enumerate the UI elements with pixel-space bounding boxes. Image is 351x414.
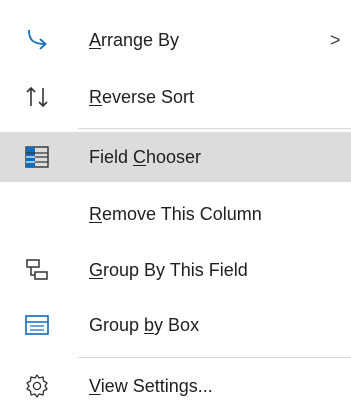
sort-arrows-icon <box>24 84 50 110</box>
chevron-right-icon: > <box>330 29 341 50</box>
menu-item-arrange-by[interactable]: Arrange By > <box>0 18 351 62</box>
group-field-icon <box>24 257 50 283</box>
gear-icon <box>24 373 50 399</box>
menu-item-group-by-field[interactable]: Group By This Field <box>0 248 351 292</box>
field-chooser-icon <box>24 144 50 170</box>
menu-label-arrange-by: Arrange By <box>89 30 180 50</box>
menu-label-group-by-field: Group By This Field <box>89 260 248 280</box>
menu-item-reverse-sort[interactable]: Reverse Sort <box>0 75 351 119</box>
context-menu: Arrange By > Reverse Sort Field Chooser … <box>0 0 351 414</box>
group-box-icon <box>24 312 50 338</box>
menu-label-reverse-sort: Reverse Sort <box>89 87 195 107</box>
menu-label-view-settings: View Settings... <box>89 376 213 396</box>
menu-separator <box>78 357 351 358</box>
menu-item-field-chooser[interactable]: Field Chooser <box>0 132 351 182</box>
menu-label-remove-column: Remove This Column <box>89 204 262 224</box>
arrange-arrow-icon <box>24 27 50 53</box>
menu-item-group-by-box[interactable]: Group by Box <box>0 303 351 347</box>
menu-label-field-chooser: Field Chooser <box>89 147 202 167</box>
menu-item-view-settings[interactable]: View Settings... <box>0 364 351 408</box>
menu-separator <box>78 128 351 129</box>
menu-item-remove-column[interactable]: Remove This Column <box>0 192 351 236</box>
menu-label-group-by-box: Group by Box <box>89 315 200 335</box>
